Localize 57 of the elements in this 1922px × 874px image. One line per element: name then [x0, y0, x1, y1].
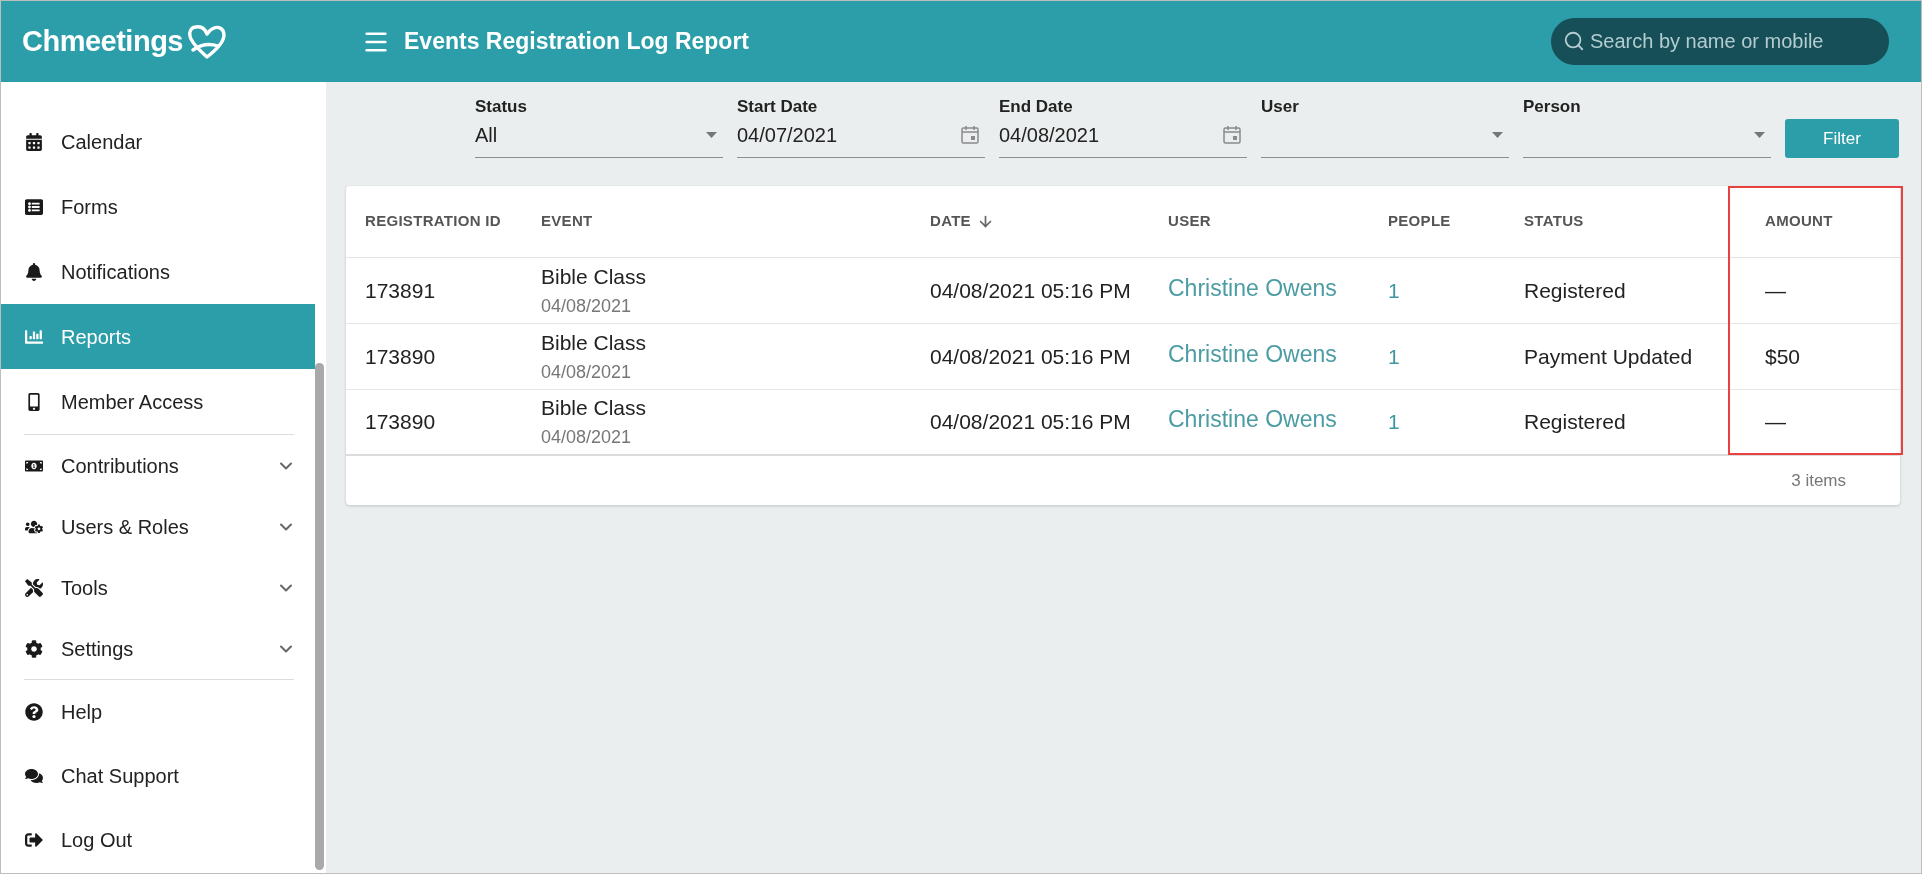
- list-icon: [25, 197, 43, 216]
- field-label: Status: [475, 97, 528, 117]
- dropdown-caret-icon: [706, 131, 717, 138]
- calendar-icon: [25, 132, 43, 151]
- date-field[interactable]: Start Date 04/07/2021: [737, 97, 985, 158]
- heart-icon: [187, 22, 227, 61]
- select-field[interactable]: User: [1261, 97, 1509, 158]
- status-text: Registered: [1524, 277, 1626, 304]
- column-header: DATE: [930, 211, 971, 232]
- registration-id: 173891: [365, 277, 436, 304]
- amount-text: $50: [1765, 343, 1801, 370]
- registration-id: 173890: [365, 409, 436, 436]
- tools-icon: [25, 578, 43, 597]
- bell-icon: [25, 262, 43, 281]
- column-header: REGISTRATION ID: [365, 211, 501, 232]
- registration-date: 04/08/2021 05:16 PM: [930, 409, 1131, 436]
- event-name: Bible Class: [541, 330, 647, 355]
- page-title: Events Registration Log Report: [404, 27, 750, 57]
- column-header: AMOUNT: [1765, 211, 1833, 232]
- amount-text: —: [1765, 277, 1786, 304]
- item-count: 3 items: [1791, 469, 1846, 492]
- search-icon: [1563, 30, 1585, 52]
- column-header: USER: [1168, 211, 1211, 232]
- chat-icon: [25, 767, 43, 785]
- select-field[interactable]: Status All: [475, 97, 723, 158]
- settings-icon: [25, 639, 43, 658]
- event-date: 04/08/2021: [541, 426, 633, 448]
- status-text: Registered: [1524, 409, 1626, 436]
- help-icon: [25, 703, 43, 721]
- bar-chart-icon: [25, 327, 43, 346]
- event-date: 04/08/2021: [541, 294, 633, 317]
- search-field[interactable]: Search by name or mobile: [1551, 18, 1889, 65]
- calendar-icon: [1223, 125, 1241, 144]
- field-label: User: [1261, 97, 1300, 117]
- mobile-phone-icon: [25, 392, 43, 411]
- amount-text: —: [1765, 409, 1786, 436]
- field-label: Start Date: [737, 97, 819, 117]
- calendar-icon: [961, 125, 979, 144]
- logo-text: Chmeetings: [22, 23, 183, 59]
- select-field[interactable]: Person: [1523, 97, 1771, 158]
- dropdown-caret-icon: [1492, 131, 1503, 138]
- event-date: 04/08/2021: [541, 360, 633, 383]
- logout-icon: [25, 831, 43, 849]
- column-header: PEOPLE: [1388, 211, 1451, 232]
- column-header: STATUS: [1524, 211, 1584, 232]
- dropdown-caret-icon: [1754, 131, 1765, 138]
- scrollbar-thumb[interactable]: [315, 363, 324, 870]
- event-name: Bible Class: [541, 264, 647, 289]
- column-header: EVENT: [541, 211, 593, 232]
- status-text: Payment Updated: [1524, 343, 1693, 370]
- field-label: End Date: [999, 97, 1074, 117]
- registration-id: 173890: [365, 343, 436, 370]
- registration-date: 04/08/2021 05:16 PM: [930, 277, 1131, 304]
- registration-date: 04/08/2021 05:16 PM: [930, 343, 1131, 370]
- field-label: Person: [1523, 97, 1582, 117]
- event-name: Bible Class: [541, 396, 647, 420]
- date-field[interactable]: End Date 04/08/2021: [999, 97, 1247, 158]
